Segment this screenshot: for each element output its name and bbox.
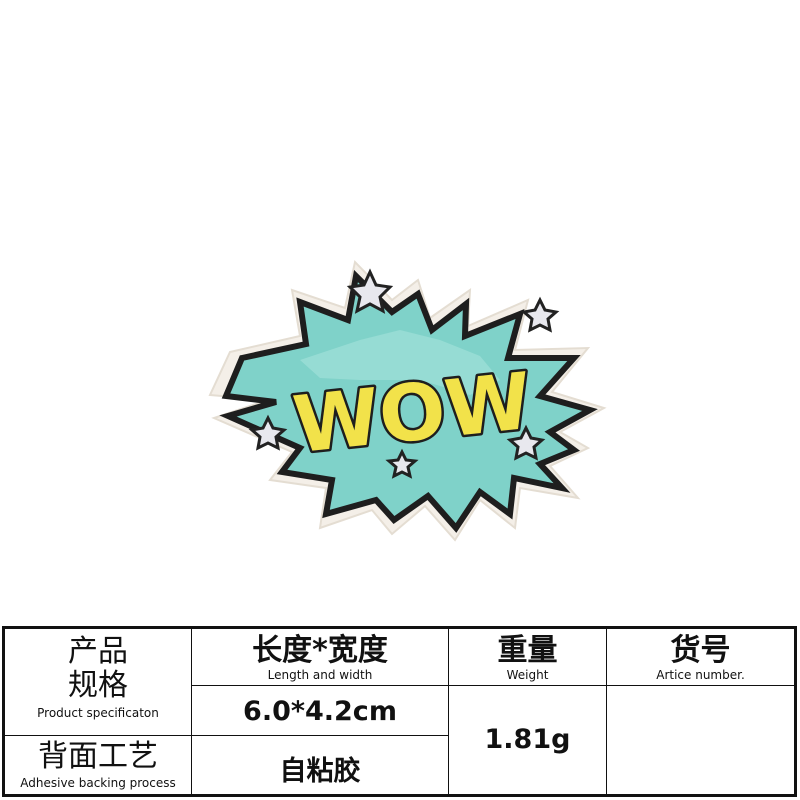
backing-label: 背面工艺 [38, 739, 158, 774]
article-header-cell: 货号 Artice number. [607, 629, 794, 685]
product-photo: WOW [0, 0, 800, 622]
article-value-cell [607, 686, 794, 794]
product-spec-label-en: Product specificaton [37, 706, 159, 720]
weight-value-cell: 1.81g [449, 686, 606, 794]
weight-header-cell: 重量 Weight [449, 629, 606, 685]
article-label: 货号 [670, 633, 731, 668]
backing-label-cell: 背面工艺 Adhesive backing process [5, 736, 191, 794]
product-spec-label-line1: 产品 [68, 634, 128, 669]
weight-label-en: Weight [506, 668, 549, 682]
article-label-en: Artice number. [656, 668, 745, 682]
backing-value: 自粘胶 [279, 756, 361, 787]
backing-label-en: Adhesive backing process [20, 776, 176, 790]
size-value-cell: 6.0*4.2cm [192, 686, 448, 735]
weight-value: 1.81g [484, 724, 571, 755]
size-header-cell: 长度*宽度 Length and width [192, 629, 448, 685]
spec-table: 产品 规格 Product specificaton 背面工艺 Adhesive… [2, 626, 797, 797]
product-spec-label-cell: 产品 规格 Product specificaton [5, 629, 191, 735]
size-value: 6.0*4.2cm [243, 696, 397, 727]
size-label: 长度*宽度 [252, 633, 388, 668]
wow-patch-image: WOW [208, 259, 607, 542]
star-icon [520, 296, 560, 333]
product-spec-label-line2: 规格 [68, 668, 128, 703]
size-label-en: Length and width [267, 668, 373, 682]
backing-value-cell: 自粘胶 [192, 736, 448, 794]
weight-label: 重量 [497, 633, 558, 668]
